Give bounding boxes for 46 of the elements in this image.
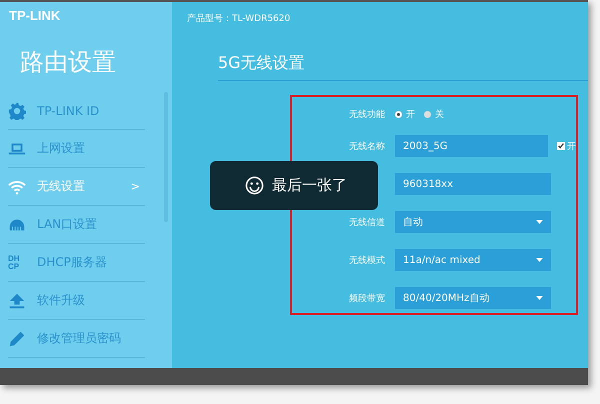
sidebar-label: TP-LINK ID xyxy=(37,104,100,118)
sidebar-item[interactable]: 修改管理员密码 xyxy=(8,320,145,358)
dropdown[interactable]: 11a/n/ac mixed xyxy=(395,249,551,271)
input-field[interactable]: 960318xx xyxy=(395,173,551,195)
dropdown[interactable]: 自动 xyxy=(395,211,551,233)
checkbox-label: 开 xyxy=(567,140,576,152)
field-label: 频段带宽 xyxy=(349,294,385,304)
pencil-icon xyxy=(8,330,26,348)
sidebar-label: 无线设置 xyxy=(37,178,85,195)
sidebar-label: DHCP服务器 xyxy=(37,254,107,271)
input-field[interactable]: 2003_5G xyxy=(395,135,548,157)
toast-text: 最后一张了 xyxy=(272,176,347,195)
sidebar-item[interactable]: TP-LINK ID xyxy=(8,92,145,130)
radio-button[interactable] xyxy=(395,110,402,118)
caret-icon xyxy=(536,220,543,224)
radio-option[interactable]: 关 xyxy=(424,108,444,120)
radio-button[interactable] xyxy=(424,110,431,118)
logo: TP-LINK xyxy=(8,7,62,25)
sidebar-label: 修改管理员密码 xyxy=(37,330,121,347)
sidebar-item[interactable]: DH CP DHCP服务器 xyxy=(8,244,145,282)
sidebar-label: LAN口设置 xyxy=(37,216,98,233)
sidebar-item[interactable]: 无线设置 > xyxy=(8,168,145,206)
sidebar-item[interactable]: 上网设置 xyxy=(8,130,145,168)
sidebar-item[interactable]: 软件升级 xyxy=(8,282,145,320)
model-number: 产品型号：TL-WDR5620 xyxy=(187,12,292,25)
radio-label: 关 xyxy=(435,108,444,120)
smiley-icon xyxy=(245,176,264,195)
sidebar-item[interactable]: LAN口设置 xyxy=(8,206,145,244)
caret-icon xyxy=(536,296,543,300)
dropdown[interactable]: 80/40/20MHz自动 xyxy=(395,287,551,309)
caret-icon xyxy=(536,258,543,262)
dhcp-icon: DH CP xyxy=(8,254,26,270)
gear-icon xyxy=(8,102,26,120)
page-heading: 5G无线设置 xyxy=(218,53,588,81)
checkbox[interactable] xyxy=(557,142,565,150)
field-label: 无线名称 xyxy=(349,142,385,152)
field-label: 无线模式 xyxy=(349,256,385,266)
radio-option[interactable]: 开 xyxy=(395,108,415,120)
chevron: > xyxy=(130,180,140,193)
sidebar-title: 路由设置 xyxy=(19,47,117,78)
sidebar-label: 软件升级 xyxy=(37,292,85,309)
field-label: 无线信道 xyxy=(349,218,385,228)
upload-icon xyxy=(8,292,26,310)
field-label: 无线功能 xyxy=(349,110,385,120)
sidebar-label: 上网设置 xyxy=(37,140,85,157)
radio-label: 开 xyxy=(406,108,415,120)
